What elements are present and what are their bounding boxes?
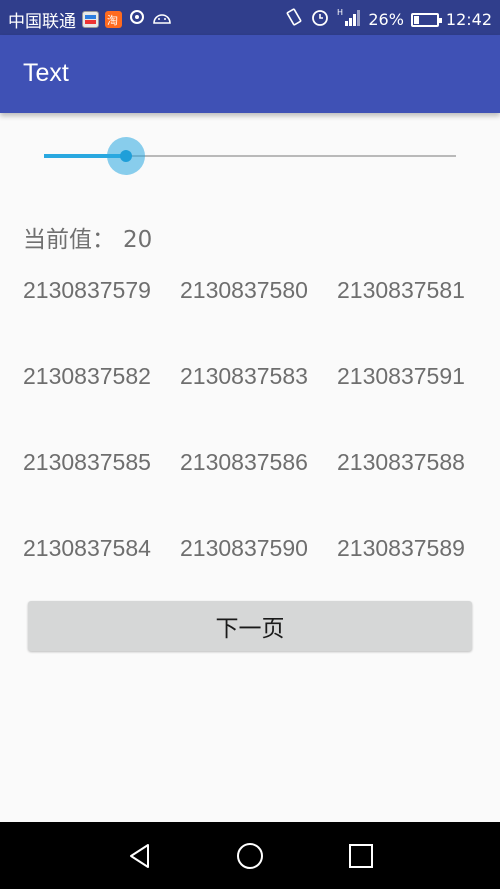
grid-item: 2130837582: [23, 363, 151, 389]
current-value-row: 当前值： 20: [23, 220, 152, 254]
navigation-bar: [0, 822, 500, 889]
app-title: Text: [23, 59, 69, 87]
grid-item: 2130837580: [180, 277, 308, 303]
id-grid: 2130837579 2130837580 2130837581 2130837…: [23, 276, 493, 620]
home-icon[interactable]: [236, 842, 264, 870]
youku-icon: [82, 11, 99, 28]
taobao-icon: 淘: [105, 11, 122, 28]
value-seekbar[interactable]: [44, 136, 456, 176]
current-value: 20: [123, 227, 153, 253]
recents-icon[interactable]: [347, 842, 375, 870]
svg-text:淘: 淘: [107, 14, 118, 27]
battery-icon: [410, 12, 442, 27]
status-bar: 中国联通 淘 H 26% 12:42: [0, 0, 500, 35]
svg-text:H: H: [337, 8, 343, 17]
grid-item: 2130837586: [180, 449, 308, 475]
back-icon[interactable]: [126, 842, 154, 870]
location-icon: [128, 8, 146, 31]
clock: 12:42: [445, 9, 492, 29]
grid-item: 2130837581: [337, 277, 465, 303]
next-page-button[interactable]: 下一页: [28, 601, 472, 651]
grid-item: 2130837591: [337, 363, 465, 389]
signal-icon: H: [337, 7, 361, 32]
battery-percent: 26%: [368, 9, 404, 29]
grid-item: 2130837588: [337, 449, 465, 475]
seekbar-thumb[interactable]: [120, 150, 132, 162]
grid-item: 2130837585: [23, 449, 151, 475]
carrier-name: 中国联通: [8, 12, 76, 32]
alarm-icon: [310, 7, 330, 32]
app-bar: Text: [0, 35, 500, 113]
current-value-label: 当前值：: [23, 227, 115, 253]
android-icon: [152, 9, 172, 30]
grid-item: 2130837583: [180, 363, 308, 389]
vibrate-icon: [285, 7, 303, 32]
grid-item: 2130837579: [23, 277, 151, 303]
